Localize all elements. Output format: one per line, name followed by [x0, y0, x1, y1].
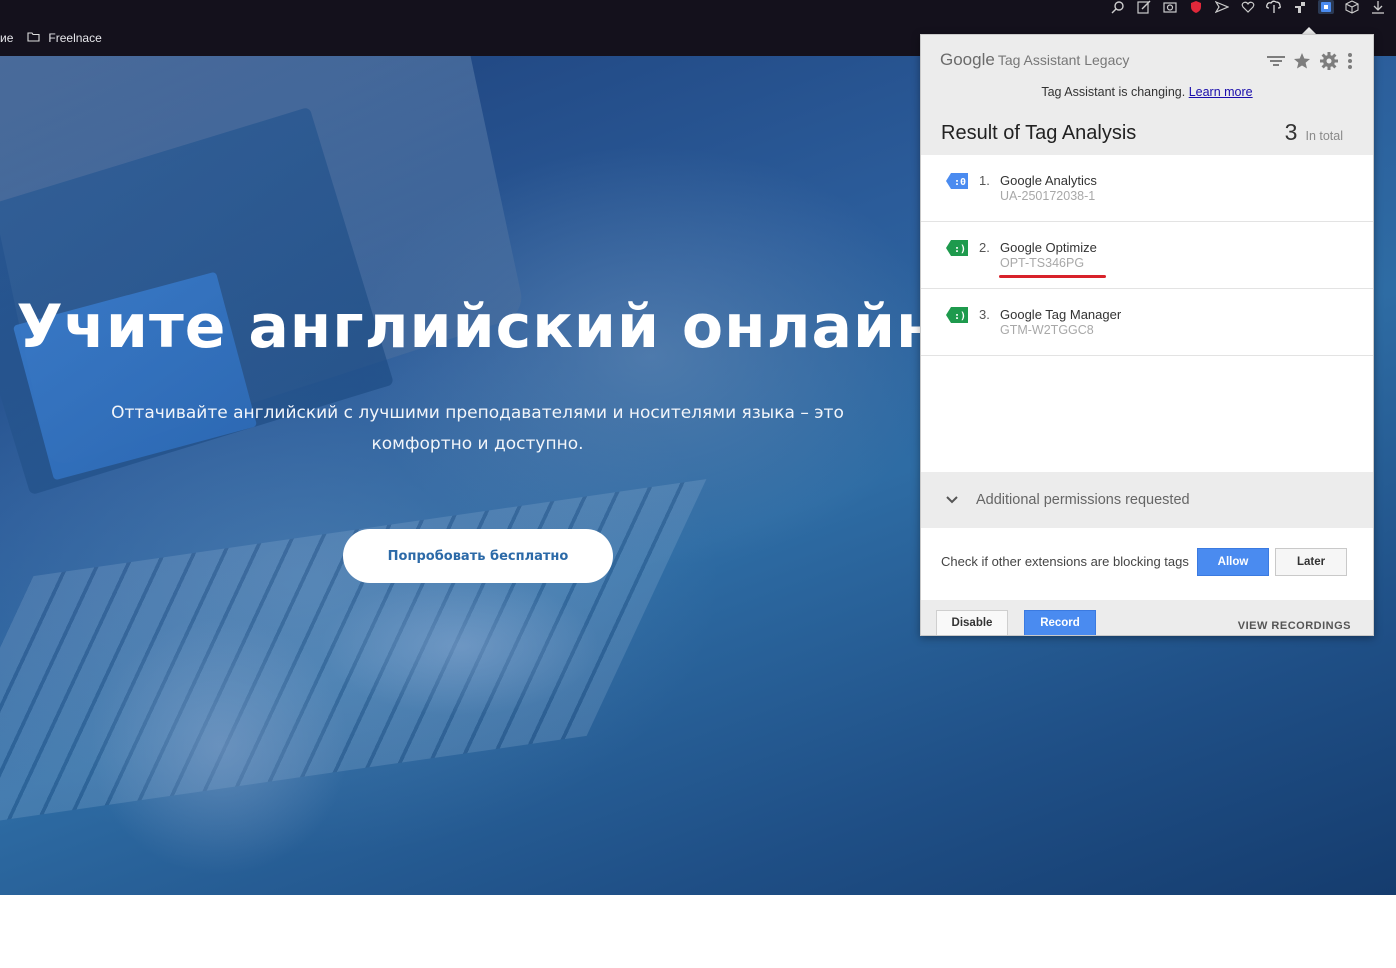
tag-number: 3. [979, 307, 990, 322]
svg-text::): :) [954, 311, 966, 322]
bookmark-item[interactable]: ие [0, 31, 13, 45]
edit-icon[interactable] [1136, 0, 1152, 14]
tag-name: Google Tag Manager [1000, 307, 1122, 322]
svg-text::): :) [954, 244, 966, 255]
tag-blue-icon: :0 [945, 172, 969, 195]
tag-number: 2. [979, 240, 990, 255]
extension-icon[interactable] [1292, 0, 1308, 14]
result-count: 3 In total [1285, 119, 1343, 146]
tag-id: UA-250172038-1 [1000, 189, 1096, 203]
hand-image [90, 616, 350, 876]
hero-title: Учите английский онлайн [16, 292, 939, 362]
popup-brand: Google Tag Assistant Legacy [940, 50, 1129, 70]
hero-subtitle: Оттачивайте английский с лучшими препода… [111, 403, 844, 454]
extension-name: Tag Assistant Legacy [997, 52, 1130, 68]
total-label: In total [1305, 129, 1343, 143]
learn-more-link[interactable]: Learn more [1189, 85, 1253, 99]
popup-header: Google Tag Assistant Legacy Tag Assistan… [921, 35, 1373, 155]
tag-name: Google Analytics [1000, 173, 1097, 188]
camera-icon[interactable] [1162, 0, 1178, 14]
total-count: 3 [1284, 119, 1298, 145]
tag-list: :0 1. Google Analytics UA-250172038-1 :)… [921, 155, 1373, 356]
bookmarks-bar: ие Freelnace [0, 29, 102, 47]
tag-name: Google Optimize [1000, 240, 1097, 255]
header-actions [1267, 51, 1353, 76]
popup-footer: Disable Record VIEW RECORDINGS [921, 600, 1373, 635]
notice-text: Tag Assistant is changing. [1041, 85, 1186, 99]
folder-icon [27, 31, 40, 45]
tag-row[interactable]: :0 1. Google Analytics UA-250172038-1 [921, 155, 1373, 222]
download-icon[interactable] [1370, 0, 1386, 14]
tag-row[interactable]: :) 3. Google Tag Manager GTM-W2TGGC8 [921, 289, 1373, 356]
bookmark-folder[interactable]: Freelnace [27, 31, 102, 45]
blocking-check-text: Check if other extensions are blocking t… [941, 554, 1189, 569]
tag-assistant-icon[interactable] [1318, 0, 1334, 14]
tag-assistant-popup: Google Tag Assistant Legacy Tag Assistan… [920, 34, 1374, 636]
hand-image [320, 576, 600, 716]
tag-number: 1. [979, 173, 990, 188]
shield-icon[interactable] [1188, 0, 1204, 14]
filter-icon[interactable] [1267, 54, 1285, 73]
allow-button[interactable]: Allow [1197, 548, 1269, 576]
view-recordings-link[interactable]: VIEW RECORDINGS [1238, 620, 1351, 632]
cloud-download-icon[interactable] [1266, 0, 1282, 14]
record-button[interactable]: Record [1024, 610, 1096, 635]
result-title: Result of Tag Analysis [941, 122, 1137, 144]
permissions-label: Additional permissions requested [976, 492, 1190, 508]
tag-green-icon: :) [945, 239, 969, 262]
svg-text::0: :0 [954, 177, 966, 188]
browser-toolbar [1110, 0, 1386, 14]
later-button[interactable]: Later [1275, 548, 1347, 576]
tag-row[interactable]: :) 2. Google Optimize OPT-TS346PG [921, 222, 1373, 289]
gear-icon[interactable] [1319, 51, 1339, 76]
cube-icon[interactable] [1344, 0, 1360, 14]
heart-icon[interactable] [1240, 0, 1256, 14]
star-icon[interactable] [1293, 52, 1311, 75]
tag-green-icon: :) [945, 306, 969, 329]
change-notice: Tag Assistant is changing. Learn more [921, 85, 1373, 99]
permissions-bar[interactable]: Additional permissions requested [921, 472, 1373, 528]
send-icon[interactable] [1214, 0, 1230, 14]
try-free-button[interactable]: Попробовать бесплатно [343, 529, 613, 583]
search-icon[interactable] [1110, 0, 1126, 14]
tag-id: GTM-W2TGGC8 [1000, 323, 1094, 337]
chevron-down-icon[interactable] [945, 492, 959, 510]
disable-button[interactable]: Disable [936, 610, 1008, 635]
more-options-icon[interactable] [1347, 52, 1353, 75]
bookmark-folder-label: Freelnace [48, 31, 102, 45]
google-logo: Google [940, 50, 995, 69]
highlight-underline [999, 275, 1106, 278]
tag-id: OPT-TS346PG [1000, 256, 1085, 270]
